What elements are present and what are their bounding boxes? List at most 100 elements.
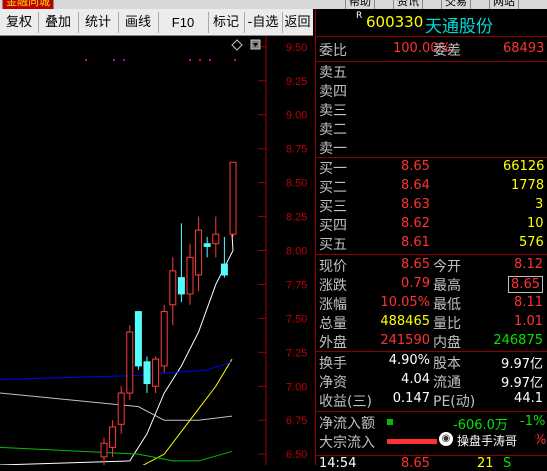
buy-level-price: 8.63	[401, 197, 430, 212]
buy-level-label: 买二	[319, 180, 347, 196]
buy-level-volume: 66126	[503, 159, 545, 174]
wechat-icon: ◉	[439, 432, 453, 446]
candle[interactable]	[160, 304, 168, 373]
price-tick-label: 9.00	[286, 110, 307, 122]
buy-level-volume: 3	[535, 197, 544, 212]
stat-label: 内盘	[433, 335, 461, 351]
top-tab[interactable]: 网站	[489, 0, 519, 9]
candle[interactable]	[220, 236, 228, 278]
buy-level-price: 8.62	[401, 216, 430, 231]
price-tick-label: 8.50	[286, 178, 307, 190]
price-tick-label: 7.75	[286, 279, 307, 291]
mark-button[interactable]: 标记	[208, 12, 245, 33]
price-tick-label: 7.25	[286, 347, 307, 359]
top-menu-bar: 金融同城 帮助 资讯 交易 网站	[0, 0, 547, 9]
stat-value: 0.79	[401, 276, 430, 291]
inflow-marker-icon	[387, 419, 393, 425]
stat-value: 4.90%	[388, 353, 430, 368]
stat-value: 8.65	[401, 257, 430, 272]
top-tab[interactable]: 帮助	[345, 0, 375, 9]
buy-level-price: 8.65	[401, 159, 430, 174]
block-inflow-label: 大宗流入	[319, 435, 375, 451]
self-select-button[interactable]: -自选	[244, 12, 283, 33]
candle[interactable]	[109, 420, 117, 457]
sell-level: 卖一	[319, 141, 347, 157]
price-tick-label: 6.75	[286, 415, 307, 427]
stat-value: 9.97亿	[501, 357, 543, 372]
stock-header: R 600330 天通股份	[315, 9, 547, 37]
tick-volume: 21	[477, 456, 494, 471]
quote-panel: R 600330 天通股份 委比 100.00% 委差 68493 卖五 卖四 …	[315, 9, 547, 471]
stat-label: PE(动)	[433, 394, 476, 410]
block-inflow-bar	[387, 439, 437, 444]
stat-label: 涨幅	[319, 297, 347, 313]
buy-level-volume: 1778	[511, 178, 545, 193]
stock-name[interactable]: 天通股份	[425, 12, 493, 37]
r-marker: R	[356, 11, 363, 21]
buy-level-label: 买四	[319, 218, 347, 234]
price-axis: 9.50 9.25 9.00 8.75 8.50 8.25 8.00 7.75 7.50 7.25…	[286, 42, 307, 461]
sell-level: 卖三	[319, 103, 347, 119]
candle[interactable]	[177, 223, 185, 303]
price-tick-label: 9.50	[286, 42, 307, 54]
buy-level-label: 买三	[319, 199, 347, 215]
draw-line-button[interactable]: 画线	[118, 12, 159, 33]
f10-button[interactable]: F10	[158, 12, 209, 33]
stat-label: 今开	[433, 259, 461, 275]
kline-chart-svg: 9.50 9.25 9.00 8.75 8.50 8.25 8.00 7.75 7.50 7.25…	[0, 36, 307, 465]
stat-label: 外盘	[319, 335, 347, 351]
price-tick-label: 8.75	[286, 144, 307, 156]
top-tab[interactable]: 资讯	[393, 0, 423, 9]
back-button[interactable]: 返回	[282, 12, 313, 33]
stock-code[interactable]: 600330	[366, 13, 423, 31]
stat-label: 量比	[433, 316, 461, 332]
resize-handle-icon[interactable]	[250, 39, 261, 50]
tick-price: 8.65	[401, 456, 430, 471]
top-tab[interactable]: 交易	[441, 0, 471, 9]
stat-value: 1.01	[514, 314, 543, 329]
candle[interactable]	[195, 216, 203, 292]
stat-value: 488465	[380, 314, 430, 329]
net-inflow-pct: -1%	[520, 414, 546, 429]
stat-value: 8.12	[514, 257, 543, 272]
stat-value: 10.05%	[380, 295, 430, 310]
stat-value: 8.65	[508, 276, 543, 293]
order-ratio-row: 委比 100.00% 委差 68493	[319, 41, 545, 59]
statistics-button[interactable]: 统计	[78, 12, 119, 33]
buy-level-label: 买五	[319, 237, 347, 253]
candle[interactable]	[212, 216, 220, 258]
kline-chart[interactable]: 9.50 9.25 9.00 8.75 8.50 8.25 8.00 7.75 7.50 7.25…	[0, 36, 313, 465]
price-tick-label: 9.25	[286, 76, 307, 88]
moving-average-line	[0, 361, 233, 380]
candle[interactable]	[100, 437, 108, 465]
stat-value: 246875	[493, 333, 543, 348]
candle[interactable]	[134, 311, 142, 370]
candle[interactable]	[143, 356, 151, 394]
candle[interactable]	[186, 243, 194, 305]
stat-value: 9.97亿	[501, 376, 543, 391]
buy-level-price: 8.61	[401, 235, 430, 250]
candle[interactable]	[203, 236, 211, 258]
tick-time: 14:54	[319, 456, 357, 471]
top-tab[interactable]: 金融同城	[2, 0, 54, 9]
overlay-button[interactable]: 叠加	[38, 12, 79, 33]
stat-label: 换手	[319, 356, 347, 372]
sell-level: 卖二	[319, 122, 347, 138]
diamond-icon[interactable]	[231, 39, 243, 51]
marker-dots	[85, 59, 236, 61]
stat-value: 44.1	[514, 391, 543, 406]
candle[interactable]	[117, 386, 125, 434]
stat-label: 涨跌	[319, 278, 347, 294]
chart-toolbar: 复权 叠加 统计 画线 F10 标记 -自选 返回	[0, 9, 313, 36]
candle[interactable]	[169, 257, 177, 326]
candle[interactable]	[229, 161, 237, 237]
moving-average-line	[0, 446, 233, 462]
candle[interactable]	[126, 325, 134, 400]
watermark-text: 操盘手涛哥	[457, 434, 518, 448]
moving-average-line	[0, 392, 233, 421]
sell-level: 卖四	[319, 84, 347, 100]
net-inflow-label: 净流入额	[319, 416, 375, 432]
stat-value: 4.04	[401, 372, 430, 387]
restore-rights-button[interactable]: 复权	[0, 12, 39, 33]
candle[interactable]	[152, 356, 160, 394]
